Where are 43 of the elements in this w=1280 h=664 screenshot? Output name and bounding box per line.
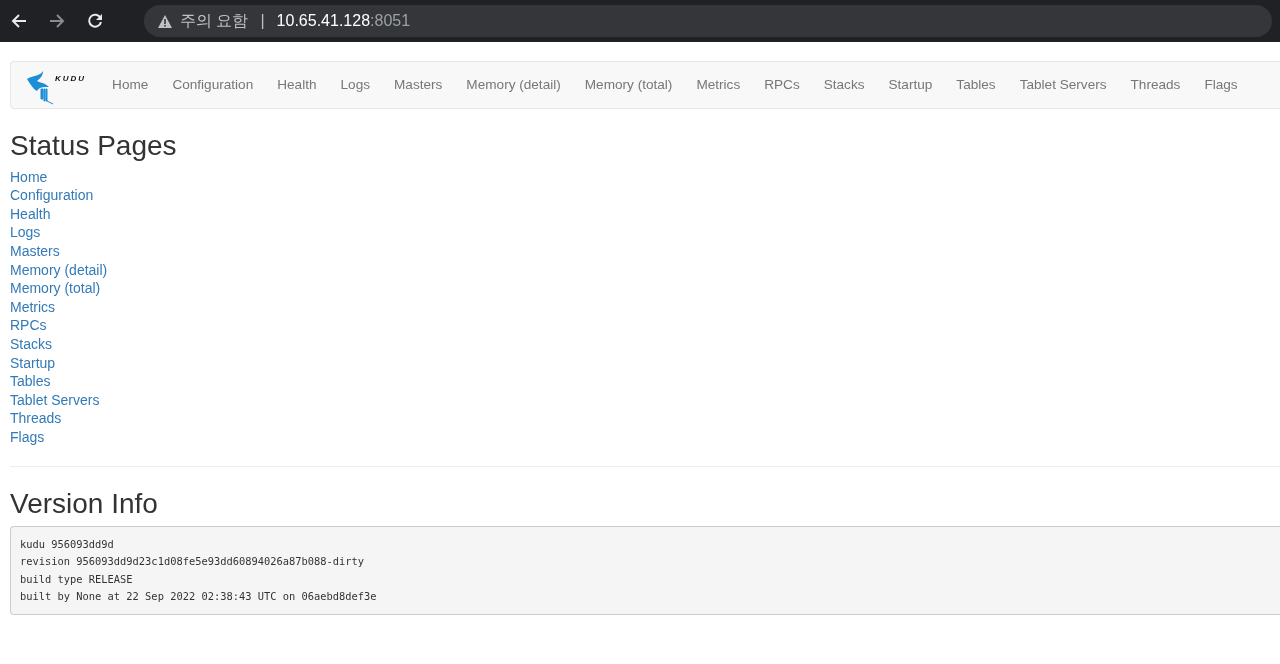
nav-link[interactable]: Health bbox=[265, 74, 329, 96]
nav-link[interactable]: Memory (total) bbox=[572, 74, 685, 96]
nav-link[interactable]: Flags bbox=[1192, 74, 1250, 96]
version-line: built by None at 22 Sep 2022 02:38:43 UTC on 06aebd8def3e bbox=[20, 589, 377, 604]
status-page-link[interactable]: Health bbox=[10, 204, 51, 224]
url-port: :8051 bbox=[370, 11, 411, 31]
status-page-link[interactable]: Tablet Servers bbox=[10, 390, 100, 410]
status-page-link[interactable]: Configuration bbox=[10, 186, 94, 205]
warning-icon bbox=[158, 14, 172, 28]
kudu-logo: KUDU bbox=[25, 65, 87, 105]
nav-link[interactable]: Startup bbox=[876, 74, 945, 96]
nav-link[interactable]: Memory (detail) bbox=[454, 74, 573, 96]
nav-link[interactable]: Logs bbox=[328, 74, 382, 96]
nav-link[interactable]: Home bbox=[100, 74, 161, 96]
version-line: kudu 956093dd9d bbox=[20, 537, 114, 553]
status-page-link[interactable]: Tables bbox=[10, 372, 51, 391]
section-heading: Status Pages bbox=[10, 129, 178, 163]
address-bar[interactable]: 주의 요함 | 10.65.41.128:8051 bbox=[144, 5, 1272, 37]
version-line: build type RELEASE bbox=[20, 571, 133, 587]
nav-link[interactable]: Threads bbox=[1118, 74, 1193, 96]
url-host: 10.65.41.128 bbox=[276, 11, 371, 31]
status-page-link[interactable]: Home bbox=[10, 167, 48, 187]
status-page-link[interactable]: Memory (total) bbox=[10, 279, 101, 298]
version-line: revision 956093dd9d23c1d08fe5e93dd60894026a87b088-dirty bbox=[20, 554, 365, 570]
status-page-link[interactable]: RPCs bbox=[10, 316, 47, 335]
status-page-link[interactable]: Stacks bbox=[10, 334, 52, 354]
nav-link[interactable]: Metrics bbox=[684, 74, 753, 96]
status-page-link[interactable]: Memory (detail) bbox=[10, 260, 108, 280]
nav-link[interactable]: Tables bbox=[944, 74, 1008, 96]
status-page-link[interactable]: Startup bbox=[10, 353, 56, 373]
section-heading: Version Info bbox=[10, 486, 159, 521]
nav-link[interactable]: Stacks bbox=[811, 74, 877, 96]
nav-link[interactable]: Tablet Servers bbox=[1007, 74, 1119, 96]
nav-link[interactable]: RPCs bbox=[752, 74, 812, 96]
nav-link[interactable]: Configuration bbox=[160, 74, 266, 96]
status-page-link[interactable]: Logs bbox=[10, 223, 41, 242]
status-page-link[interactable]: Flags bbox=[10, 427, 45, 447]
security-warning: 주의 요함 bbox=[180, 11, 249, 31]
status-page-link[interactable]: Threads bbox=[10, 409, 62, 428]
separator: | bbox=[260, 11, 265, 31]
nav-link[interactable]: Masters bbox=[382, 74, 455, 96]
status-page-link[interactable]: Metrics bbox=[10, 297, 56, 317]
status-page-link[interactable]: Masters bbox=[10, 241, 60, 261]
